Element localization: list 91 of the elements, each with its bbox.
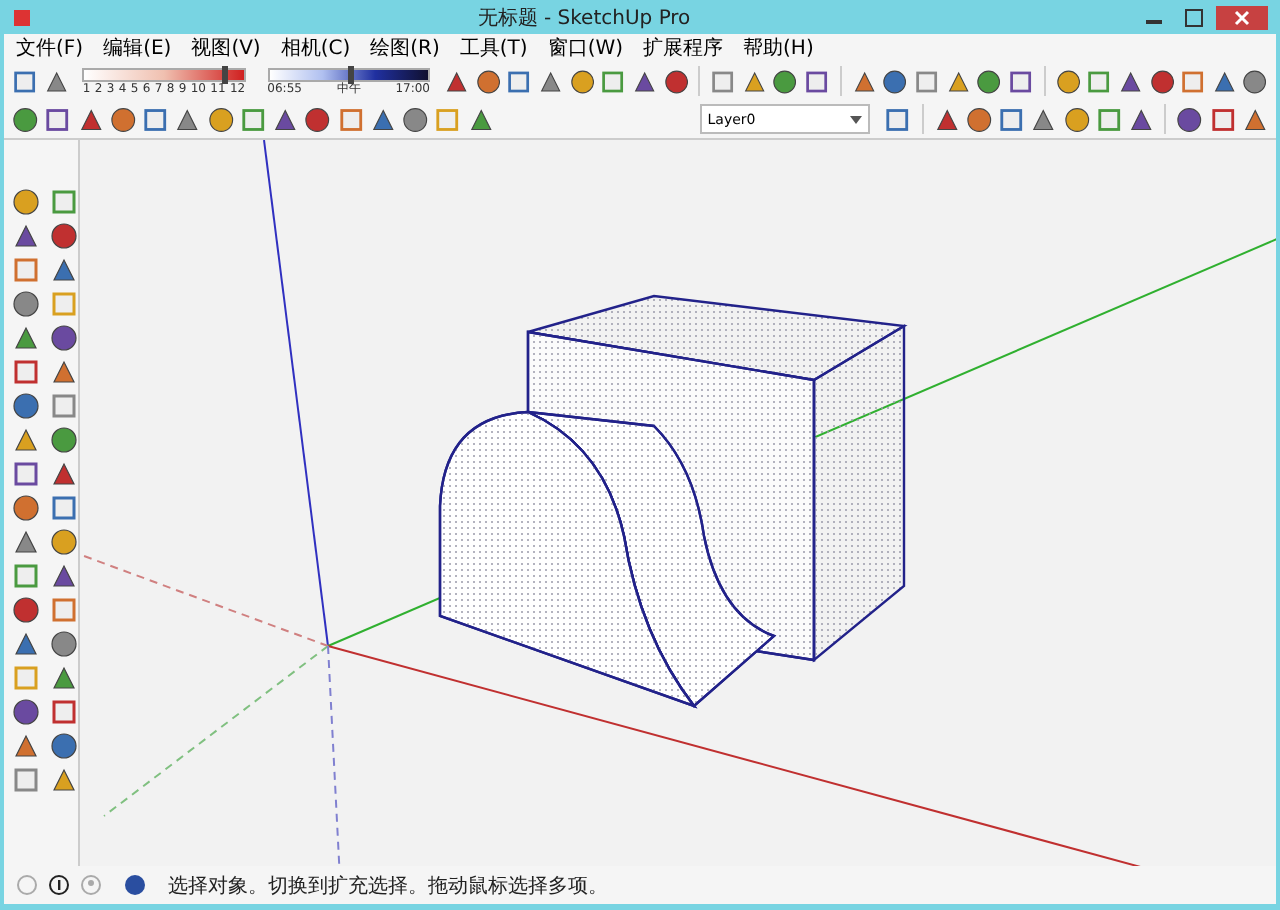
tool-icon[interactable] (109, 105, 136, 133)
menu-item[interactable]: 相机(C) (280, 34, 351, 62)
tool-icon[interactable] (537, 67, 564, 95)
tool-icon[interactable] (1055, 67, 1081, 95)
tool-icon[interactable] (50, 732, 78, 760)
tool-icon[interactable] (174, 105, 201, 133)
tool-icon[interactable] (772, 67, 799, 95)
tool-icon[interactable] (12, 324, 40, 352)
tool-icon[interactable] (12, 392, 40, 420)
tool-icon[interactable] (50, 358, 78, 386)
tool-icon[interactable] (1176, 105, 1204, 133)
tool-icon[interactable] (50, 664, 78, 692)
tool-icon[interactable] (569, 67, 595, 95)
menu-item[interactable]: 视图(V) (191, 34, 261, 62)
menu-item[interactable]: 帮助(H) (743, 34, 814, 62)
window-title: 无标题 - SketchUp Pro (475, 5, 693, 31)
tool-icon[interactable] (50, 222, 78, 250)
tool-icon[interactable] (631, 67, 658, 95)
tool-icon[interactable] (50, 256, 78, 284)
tool-icon[interactable] (12, 426, 40, 454)
tool-icon[interactable] (475, 67, 501, 95)
tool-icon[interactable] (1007, 67, 1034, 95)
tool-icon[interactable] (12, 528, 40, 556)
tool-icon[interactable] (50, 562, 78, 590)
menu-item[interactable]: 扩展程序 (643, 34, 724, 62)
tool-icon[interactable] (402, 105, 429, 133)
tool-icon[interactable] (1209, 105, 1236, 133)
tool-icon[interactable] (44, 105, 71, 133)
tool-icon[interactable] (945, 67, 971, 95)
tool-icon[interactable] (741, 67, 767, 95)
tool-icon[interactable] (884, 105, 912, 133)
menu-item[interactable]: 窗口(W) (547, 34, 624, 62)
tool-icon[interactable] (142, 105, 169, 133)
close-icon[interactable] (1216, 5, 1268, 29)
month-slider[interactable] (82, 67, 246, 81)
tool-icon[interactable] (12, 596, 40, 624)
tool-icon[interactable] (272, 105, 299, 133)
tool-icon[interactable] (851, 67, 877, 95)
caret-icon (850, 115, 863, 123)
tool-icon[interactable] (1211, 67, 1237, 95)
app-icon (12, 7, 32, 27)
tool-icon[interactable] (12, 290, 40, 318)
tool-icon[interactable] (12, 732, 40, 760)
tool-icon[interactable] (976, 67, 1002, 95)
tool-icon[interactable] (304, 105, 331, 133)
tool-icon[interactable] (1242, 67, 1269, 95)
time-slider[interactable] (267, 67, 430, 81)
tool-icon[interactable] (50, 494, 78, 522)
tool-icon[interactable] (50, 528, 78, 556)
tool-icon[interactable] (506, 67, 532, 95)
tool-icon[interactable] (1241, 105, 1269, 133)
tool-icon[interactable] (1128, 105, 1155, 133)
tool-icon[interactable] (12, 630, 40, 658)
tool-icon[interactable] (882, 67, 908, 95)
tool-icon[interactable] (369, 105, 396, 133)
tool-icon[interactable] (12, 105, 39, 133)
tool-icon[interactable] (965, 105, 993, 133)
menu-item[interactable]: 绘图(R) (370, 34, 440, 62)
tool-icon[interactable] (998, 105, 1025, 133)
tool-icon[interactable] (467, 105, 494, 133)
tool-icon[interactable] (50, 426, 78, 454)
tool-icon[interactable] (12, 67, 38, 95)
menu-item[interactable]: 工具(T) (459, 34, 528, 62)
tool-icon[interactable] (12, 698, 40, 726)
tool-icon[interactable] (12, 222, 40, 250)
tool-icon[interactable] (1149, 67, 1175, 95)
slider-thumb[interactable] (221, 65, 228, 83)
tool-icon[interactable] (50, 324, 78, 352)
tool-icon[interactable] (804, 67, 830, 95)
status-text: 选择对象。切换到扩充选择。拖动鼠标选择多项。 (168, 873, 608, 899)
tool-icon[interactable] (12, 494, 40, 522)
menu-item[interactable]: 编辑(E) (103, 34, 172, 62)
tool-icon[interactable] (663, 67, 689, 95)
menu-item[interactable]: 文件(F) (16, 34, 84, 62)
slider-thumb[interactable] (348, 65, 355, 83)
tool-icon[interactable] (933, 105, 960, 133)
tool-icon[interactable] (50, 766, 78, 794)
tool-icon[interactable] (444, 67, 470, 95)
tool-icon[interactable] (50, 630, 78, 658)
tool-icon[interactable] (43, 67, 69, 95)
tool-icon[interactable] (50, 460, 78, 488)
tool-icon[interactable] (12, 188, 40, 216)
tool-icon[interactable] (1063, 105, 1090, 133)
tool-icon[interactable] (50, 698, 78, 726)
info-icon[interactable] (48, 874, 70, 896)
tool-icon[interactable] (12, 358, 40, 386)
tool-icon[interactable] (77, 105, 104, 133)
tool-icon[interactable] (207, 105, 234, 133)
tool-icon[interactable] (1030, 105, 1058, 133)
tool-icon[interactable] (1117, 67, 1143, 95)
tool-icon[interactable] (12, 460, 40, 488)
